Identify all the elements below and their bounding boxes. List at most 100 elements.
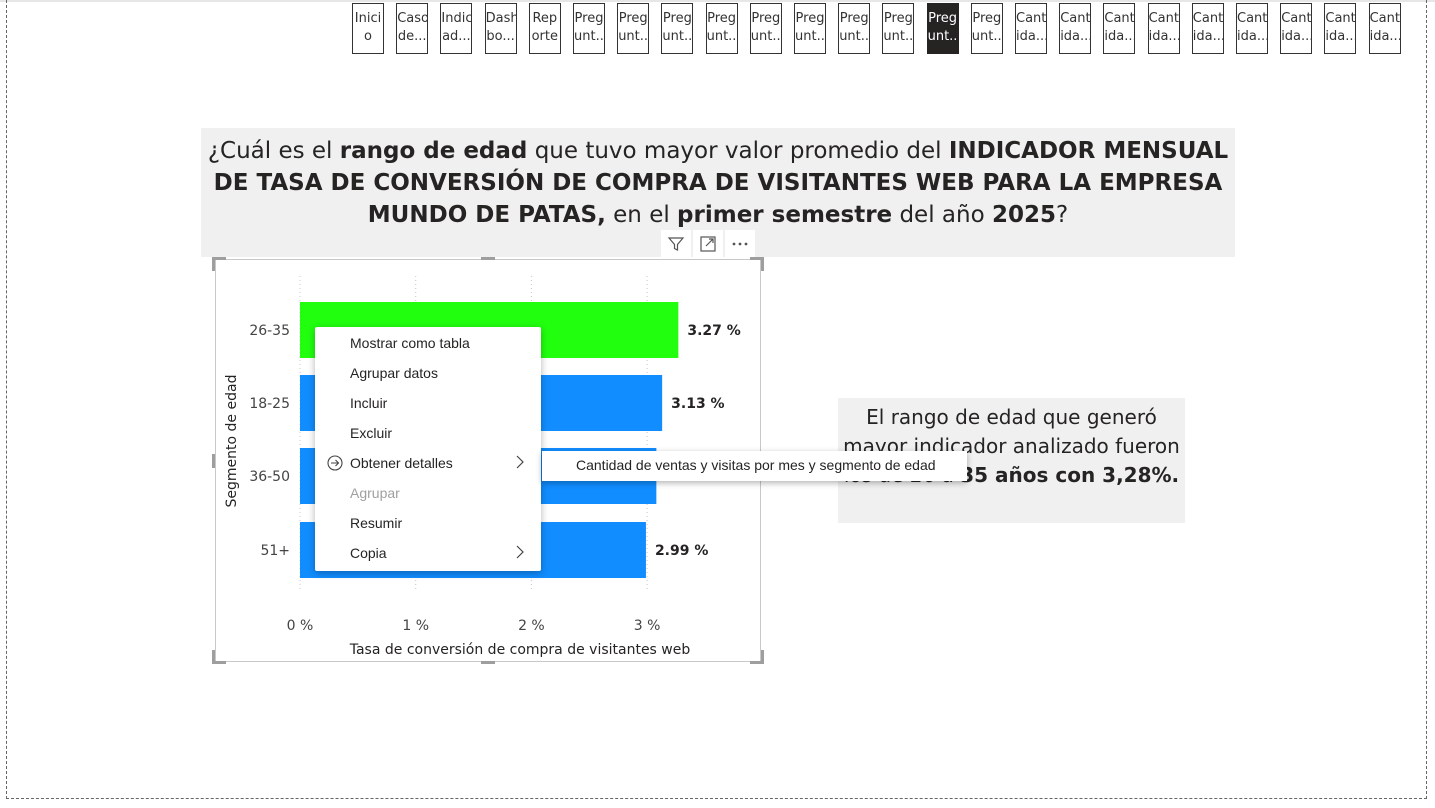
page-tab-label: Preg	[618, 11, 648, 26]
drillthrough-icon	[327, 455, 343, 471]
page-tab-label: Caso	[397, 11, 428, 26]
drillthrough-submenu-item[interactable]: Cantidad de ventas y visitas por mes y s…	[542, 451, 967, 481]
page-tab-label: Preg	[662, 11, 692, 26]
focus-mode-icon[interactable]	[693, 230, 723, 258]
page-tab[interactable]: Preg unt...	[573, 3, 605, 54]
page-tab[interactable]: Indic ad...	[440, 3, 473, 54]
context-menu-item-label: Agrupar	[350, 485, 400, 501]
page-tab[interactable]: Cant ida...	[1015, 3, 1047, 54]
context-menu-item-label: Excluir	[350, 425, 393, 441]
page-tab[interactable]: Cant ida...	[1059, 3, 1092, 54]
page-tab[interactable]: Preg unt...	[617, 3, 650, 54]
page-tab-label: Cant	[1237, 11, 1267, 26]
page-tab-label: Inici	[354, 11, 382, 26]
page-tab-label: Preg	[839, 11, 869, 26]
page-tab-label: Preg	[751, 11, 781, 26]
page-tab-label: ida...	[1369, 29, 1400, 44]
visual-header	[661, 230, 755, 258]
page-tab-label: unt...	[706, 29, 737, 44]
resize-handle[interactable]	[212, 650, 215, 664]
page-tab-label: ida...	[1237, 29, 1267, 44]
page-tab-label: de...	[397, 29, 427, 44]
page-tab-label: unt...	[662, 29, 693, 44]
page-tab[interactable]: Cant ida...	[1324, 3, 1357, 54]
resize-handle[interactable]	[212, 257, 215, 271]
page-tab[interactable]: Caso de...	[396, 3, 429, 54]
page-tab-label: Cant	[1192, 11, 1223, 26]
answer-bold: 35 años con 3,28%.	[960, 463, 1180, 487]
page-tab-label: o	[364, 29, 372, 44]
page-tab-label: ida...	[1060, 29, 1091, 44]
context-menu-item[interactable]: Incluir	[350, 393, 530, 413]
page-tab-label: Cant	[1281, 11, 1312, 26]
page-tab-label: unt...	[839, 29, 870, 44]
context-menu: Mostrar como tabla Agrupar datos Incluir Ex…	[315, 327, 541, 571]
page-tab[interactable]: Preg unt...	[926, 3, 959, 54]
page-tab[interactable]: Preg unt...	[705, 3, 738, 54]
page-tab-label: Cant	[1369, 11, 1400, 26]
resize-handle[interactable]	[481, 257, 495, 260]
page-tab[interactable]: Preg unt...	[970, 3, 1003, 54]
context-menu-item-label: Mostrar como tabla	[350, 335, 470, 351]
page-tab-label: Cant	[1016, 11, 1046, 26]
page-tab-label: ida...	[1016, 29, 1046, 44]
page-tab-label: unt...	[927, 29, 958, 44]
page-tab[interactable]: Inici o	[352, 3, 384, 54]
page-tab-label: ida...	[1281, 29, 1312, 44]
context-menu-item-label: Incluir	[350, 395, 388, 411]
context-menu-item[interactable]: Agrupar datos	[350, 363, 530, 383]
context-menu-item[interactable]: Mostrar como tabla	[350, 333, 530, 353]
resize-handle[interactable]	[761, 650, 764, 664]
page-tab-label: Dash	[485, 11, 516, 26]
page-tab[interactable]: Preg unt...	[794, 3, 826, 54]
page-tab[interactable]: Cant ida...	[1103, 3, 1136, 54]
page-tab[interactable]: Cant ida...	[1280, 3, 1313, 54]
page-tab-label: Preg	[972, 11, 1002, 26]
question-text: ?	[1055, 202, 1069, 228]
page-tab-label: Preg	[707, 11, 737, 26]
question-text: del año	[892, 202, 992, 228]
context-menu-item-label: Resumir	[350, 515, 403, 531]
page-tab-label: bo...	[486, 29, 515, 44]
page-tab-label: orte	[531, 29, 558, 44]
page-tab-label: Cant	[1148, 11, 1179, 26]
context-menu-item-label: Agrupar datos	[350, 365, 438, 381]
context-menu-item: Agrupar	[350, 483, 530, 503]
context-menu-item[interactable]: Resumir	[350, 513, 530, 533]
page-tab-label: ad...	[442, 29, 471, 44]
resize-handle[interactable]	[212, 454, 215, 468]
page-tab-label: Cant	[1060, 11, 1091, 26]
context-menu-item-label: Obtener detalles	[350, 455, 453, 471]
page-tab[interactable]: Preg unt...	[661, 3, 694, 54]
question-text: ¿Cuál es el	[207, 138, 340, 164]
page-tab-label: ida...	[1192, 29, 1223, 44]
page-tab[interactable]: Dash bo...	[484, 3, 517, 54]
page-tab-label: Preg	[795, 11, 825, 26]
filter-icon[interactable]	[661, 230, 691, 258]
context-menu-item[interactable]: Copia	[350, 543, 530, 563]
page-tab-label: Cant	[1104, 11, 1135, 26]
page-tab-label: Indic	[441, 11, 472, 26]
page-tab[interactable]: Preg unt...	[882, 3, 915, 54]
page-tab[interactable]: Cant ida...	[1236, 3, 1268, 54]
page-tab-label: unt...	[618, 29, 649, 44]
page-tab[interactable]: Rep orte	[528, 3, 561, 54]
more-options-icon[interactable]	[725, 230, 755, 258]
resize-handle[interactable]	[761, 257, 764, 271]
page-tab[interactable]: Cant ida...	[1368, 3, 1401, 54]
chevron-right-icon	[515, 454, 525, 474]
page-tab-label: ida...	[1148, 29, 1179, 44]
page-tab[interactable]: Cant ida...	[1147, 3, 1180, 54]
context-menu-item[interactable]: Excluir	[350, 423, 530, 443]
page-tab-label: Preg	[574, 11, 604, 26]
context-menu-item[interactable]: Obtener detalles	[350, 453, 530, 473]
page-tab[interactable]: Preg unt...	[838, 3, 871, 54]
page-tab[interactable]: Cant ida...	[1191, 3, 1224, 54]
resize-handle[interactable]	[481, 661, 495, 664]
question-bold: primer semestre	[677, 202, 893, 228]
page-tab[interactable]: Preg unt...	[749, 3, 782, 54]
context-menu-item-label: Copia	[350, 545, 387, 561]
page-tab-label: unt...	[883, 29, 914, 44]
page-tab-label: unt...	[574, 29, 604, 44]
page-tab-label: unt...	[750, 29, 781, 44]
